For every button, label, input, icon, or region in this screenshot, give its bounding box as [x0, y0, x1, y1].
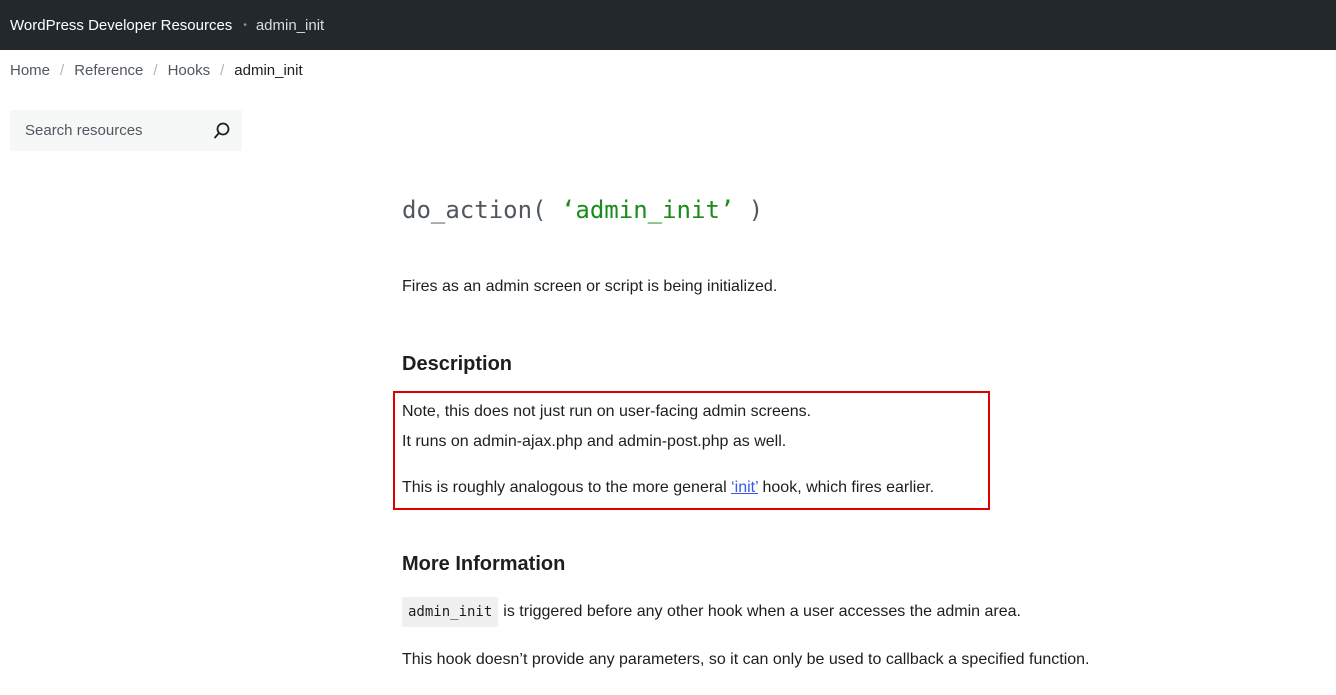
hook-summary: Fires as an admin screen or script is be…: [402, 278, 778, 295]
description-text: This is roughly analogous to the more ge…: [402, 479, 732, 496]
description-line-2: It runs on admin-ajax.php and admin-post…: [402, 433, 787, 450]
search-input[interactable]: [10, 110, 210, 151]
breadcrumb: Home / Reference / Hooks / admin_init: [10, 62, 303, 79]
search-icon: [214, 122, 230, 139]
description-line-3: This is roughly analogous to the more ge…: [402, 479, 934, 497]
description-heading: Description: [402, 353, 513, 375]
site-title-link[interactable]: WordPress Developer Resources: [10, 17, 232, 34]
signature-function: do_action(: [402, 196, 547, 224]
breadcrumb-reference[interactable]: Reference: [74, 62, 143, 79]
current-page-label: admin_init: [255, 16, 325, 34]
top-bar: WordPress Developer Resources • admin_in…: [0, 0, 1336, 50]
init-hook-link[interactable]: ‘init’: [731, 479, 758, 496]
description-text: hook, which fires earlier.: [758, 479, 935, 496]
title-separator: •: [243, 19, 247, 31]
breadcrumb-current: admin_init: [234, 62, 303, 79]
more-info-line-1: admin_init is triggered before any other…: [402, 597, 1021, 627]
search-box: [10, 110, 242, 151]
inline-code: admin_init: [402, 597, 499, 627]
signature-close: ): [748, 196, 764, 224]
more-info-line-2: This hook doesn’t provide any parameters…: [402, 651, 1090, 668]
breadcrumb-separator: /: [60, 62, 65, 79]
breadcrumb-separator: /: [153, 62, 158, 79]
breadcrumb-home[interactable]: Home: [10, 62, 50, 79]
hook-signature: do_action( ‘admin_init’ ): [402, 196, 763, 224]
more-information-heading: More Information: [402, 553, 566, 575]
description-line-1: Note, this does not just run on user-fac…: [402, 403, 812, 420]
breadcrumb-hooks[interactable]: Hooks: [168, 62, 211, 79]
search-button[interactable]: [210, 120, 234, 142]
more-info-text: is triggered before any other hook when …: [503, 603, 1021, 620]
breadcrumb-separator: /: [220, 62, 225, 79]
signature-argument: ‘admin_init’: [560, 196, 735, 224]
